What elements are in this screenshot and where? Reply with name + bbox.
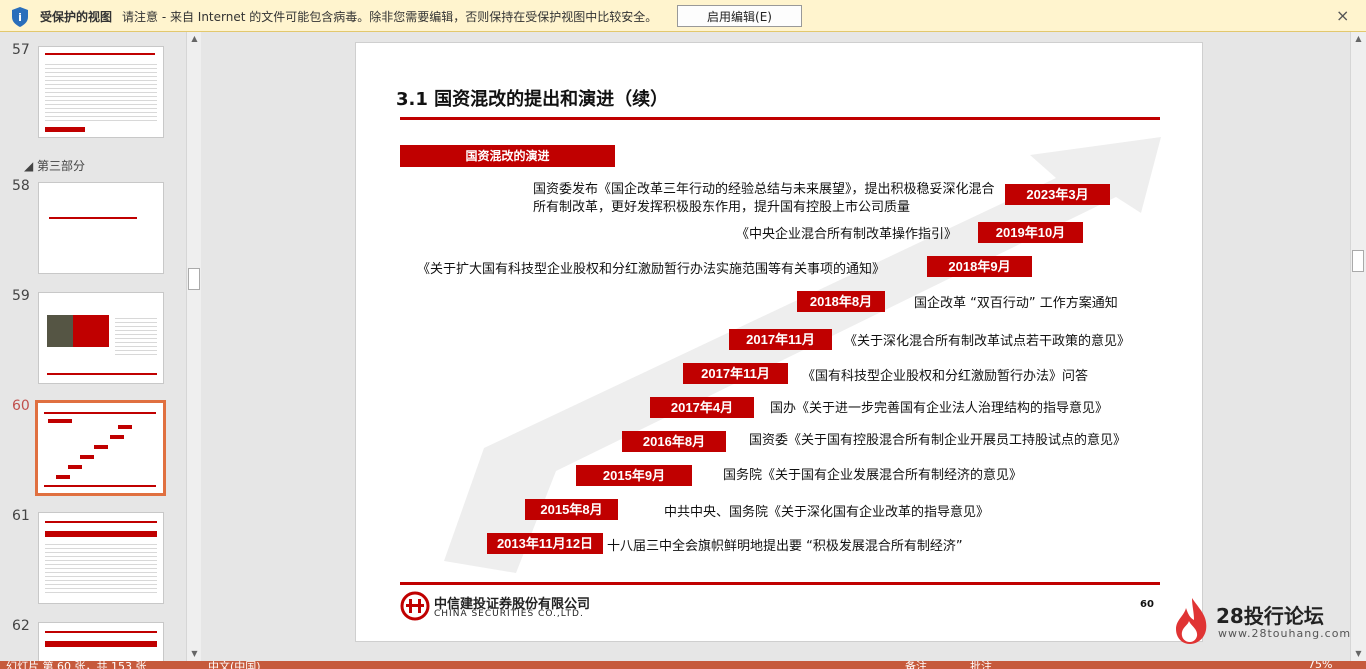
shield-info-icon: i	[12, 7, 28, 27]
thumb-number: 62	[12, 618, 30, 634]
date-tag: 2017年4月	[650, 397, 754, 418]
slide-thumbnail-62[interactable]	[38, 622, 164, 662]
scroll-thumb[interactable]	[1352, 250, 1364, 272]
protected-view-title: 受保护的视图	[40, 10, 113, 24]
date-tag: 2018年9月	[927, 256, 1032, 277]
status-bar: 幻灯片 第 60 张，共 153 张 中文(中国) 备注 批注 75%	[0, 661, 1366, 669]
protected-view-bar: i 受保护的视图 请注意 - 来自 Internet 的文件可能包含病毒。除非您…	[0, 0, 1366, 32]
date-tag: 2019年10月	[978, 222, 1083, 243]
event-text: 国企改革 “双百行动” 工作方案通知	[914, 296, 1118, 311]
main-scrollbar[interactable]: ▲ ▼	[1350, 32, 1366, 661]
scroll-thumb[interactable]	[188, 268, 200, 290]
close-icon[interactable]: ×	[1336, 6, 1349, 25]
scroll-up-arrow-icon[interactable]: ▲	[1351, 32, 1366, 46]
footer-divider	[400, 582, 1160, 585]
watermark-url: www.28touhang.com	[1218, 627, 1352, 640]
date-tag: 2015年8月	[525, 499, 618, 520]
thumb-number: 59	[12, 288, 30, 304]
protected-view-message: 请注意 - 来自 Internet 的文件可能包含病毒。除非您需要编辑，否则保持…	[122, 10, 658, 24]
event-text: 国务院《关于国有企业发展混合所有制经济的意见》	[723, 468, 1023, 483]
language-indicator[interactable]: 中文(中国)	[208, 661, 261, 669]
section-tag: 国资混改的演进	[400, 145, 615, 167]
zoom-level[interactable]: 75%	[1308, 661, 1332, 669]
slide-thumbnail-58[interactable]	[38, 182, 164, 274]
svg-text:i: i	[18, 11, 22, 24]
title-divider	[400, 117, 1160, 120]
date-tag: 2018年8月	[797, 291, 885, 312]
section-label-text: 第三部分	[37, 159, 86, 173]
logo-english-name: CHINA SECURITIES CO.,LTD.	[434, 609, 584, 619]
thumb-number: 58	[12, 178, 30, 194]
notes-button[interactable]: 备注	[905, 661, 927, 669]
slide-thumbnail-60[interactable]	[35, 400, 166, 496]
date-tag: 2013年11月12日	[487, 533, 603, 554]
slide-thumbnail-59[interactable]	[38, 292, 164, 384]
date-tag: 2017年11月	[683, 363, 788, 384]
flame-logo-icon	[1176, 598, 1207, 644]
page-number: 60	[1140, 599, 1154, 610]
scroll-down-arrow-icon[interactable]: ▼	[187, 647, 202, 661]
section-label[interactable]: ◢ 第三部分	[24, 157, 85, 174]
thumb-number: 61	[12, 508, 30, 524]
slide-thumbnail-57[interactable]	[38, 46, 164, 138]
scroll-up-arrow-icon[interactable]: ▲	[187, 32, 202, 46]
forum-watermark: 28投行论坛 www.28touhang.com	[1172, 596, 1350, 646]
thumb-number: 57	[12, 42, 30, 58]
thumbnail-panel: 57 ◢ 第三部分 58 59 60 61 62	[0, 32, 203, 662]
event-text: 国资委《关于国有控股混合所有制企业开展员工持股试点的意见》	[749, 433, 1127, 448]
citic-logo-icon	[400, 591, 430, 621]
thumbnail-scrollbar[interactable]: ▲ ▼	[186, 32, 201, 661]
event-text: 《关于深化混合所有制改革试点若干政策的意见》	[844, 334, 1131, 349]
date-tag: 2017年11月	[729, 329, 832, 350]
event-text: 中共中央、国务院《关于深化国有企业改革的指导意见》	[664, 505, 990, 520]
slide-60[interactable]: 3.1 国资混改的提出和演进（续） 国资混改的演进 国资委发布《国企改革三年行动…	[355, 42, 1203, 642]
date-tag: 2016年8月	[622, 431, 726, 452]
watermark-title: 28投行论坛	[1216, 604, 1324, 628]
comments-button[interactable]: 批注	[970, 661, 992, 669]
slide-thumbnail-61[interactable]	[38, 512, 164, 604]
slide-title: 3.1 国资混改的提出和演进（续）	[396, 89, 669, 110]
event-text: 《国有科技型企业股权和分红激励暂行办法》问答	[802, 369, 1089, 384]
event-text: 《关于扩大国有科技型企业股权和分红激励暂行办法实施范围等有关事项的通知》	[417, 262, 886, 277]
slide-info: 幻灯片 第 60 张，共 153 张	[6, 661, 147, 669]
event-text: 国办《关于进一步完善国有企业法人治理结构的指导意见》	[770, 401, 1109, 416]
thumb-number-active: 60	[12, 398, 30, 414]
scroll-down-arrow-icon[interactable]: ▼	[1351, 647, 1366, 661]
date-tag: 2023年3月	[1005, 184, 1110, 205]
event-text: 十八届三中全会旗帜鲜明地提出要 “积极发展混合所有制经济”	[607, 539, 963, 554]
event-text: 国资委发布《国企改革三年行动的经验总结与未来展望》，提出积极稳妥深化混合所有制改…	[533, 182, 995, 215]
date-tag: 2015年9月	[576, 465, 692, 486]
enable-editing-button[interactable]: 启用编辑(E)	[677, 5, 802, 27]
event-text: 《中央企业混合所有制改革操作指引》	[736, 227, 958, 242]
